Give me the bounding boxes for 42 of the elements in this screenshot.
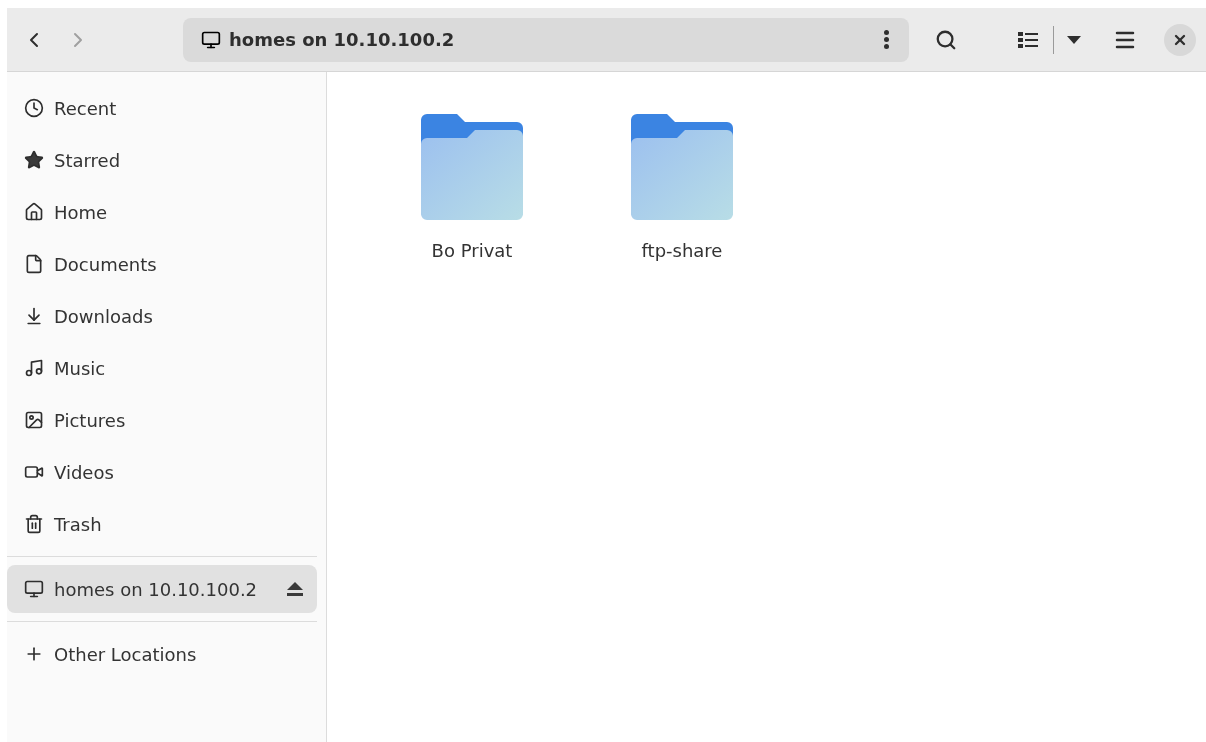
eject-icon[interactable] xyxy=(287,582,303,596)
sidebar-item-label: Music xyxy=(54,357,107,379)
sidebar-item-label: Home xyxy=(54,201,109,223)
sidebar-item-label: Other Locations xyxy=(54,643,198,665)
sidebar-item-label: Downloads xyxy=(54,305,154,327)
sidebar-item[interactable]: Starred xyxy=(7,136,317,184)
folder-name[interactable]: Bo Privat xyxy=(431,240,513,261)
vertical-dots-icon xyxy=(883,30,889,49)
location-text: homes on 10.10.100.2 xyxy=(229,29,456,50)
sidebar-item-label: Trash xyxy=(54,513,103,535)
sidebar-item-icon xyxy=(24,98,44,118)
sidebar-item-icon xyxy=(24,306,44,326)
sidebar-item[interactable]: Recent xyxy=(7,84,317,132)
location-bar[interactable]: homes on 10.10.100.2 xyxy=(183,17,909,62)
sidebar-item[interactable]: Pictures xyxy=(7,396,317,444)
dropdown-arrow-icon xyxy=(1067,35,1081,44)
search-icon xyxy=(935,28,957,51)
sidebar-item-label: Recent xyxy=(54,97,118,119)
sidebar-item-icon xyxy=(24,150,44,170)
sidebar-item-label: homes on 10.10.100.2 xyxy=(54,578,259,600)
sidebar-item-icon xyxy=(24,202,44,222)
sidebar-item[interactable]: Documents xyxy=(7,240,317,288)
list-view-icon xyxy=(1018,30,1038,49)
sidebar-item[interactable]: Home xyxy=(7,188,317,236)
sidebar-item-label: Pictures xyxy=(54,409,127,431)
sidebar-item-label: Starred xyxy=(54,149,122,171)
sidebar-item[interactable]: Music xyxy=(7,344,317,392)
sidebar-item-label: Documents xyxy=(54,253,158,275)
sidebar-item[interactable]: Other Locations xyxy=(7,630,317,678)
folder-name[interactable]: ftp-share xyxy=(641,240,723,261)
close-button[interactable] xyxy=(1164,23,1196,56)
sidebar-item[interactable]: Trash xyxy=(7,500,317,548)
sidebar-item[interactable]: homes on 10.10.100.2 xyxy=(7,565,317,613)
sidebar-item[interactable]: Videos xyxy=(7,448,317,496)
sidebar-item-icon xyxy=(24,410,44,430)
sidebar-item-icon xyxy=(24,358,44,378)
sidebar-item-icon xyxy=(24,254,44,274)
sidebar-item-label: Videos xyxy=(54,461,115,483)
network-drive-icon xyxy=(201,29,221,50)
sidebar-item[interactable]: Downloads xyxy=(7,292,317,340)
sidebar-item-icon xyxy=(24,514,44,534)
sidebar-item-icon xyxy=(24,579,44,599)
